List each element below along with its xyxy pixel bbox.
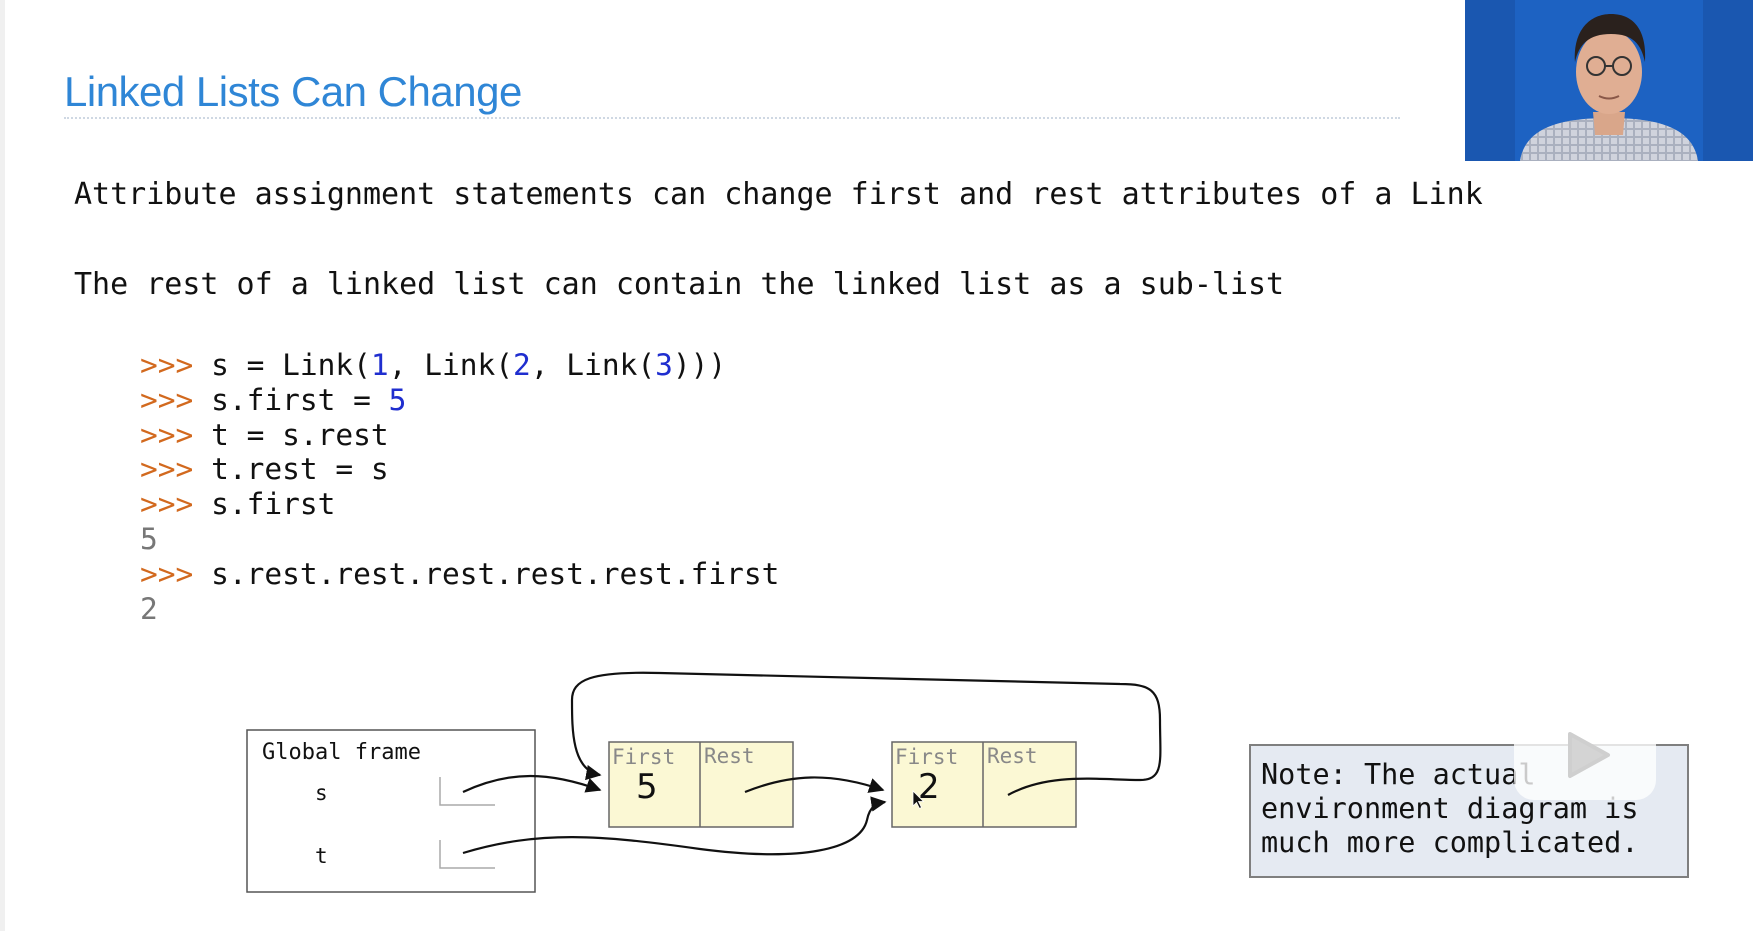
link1-rest-label: Rest xyxy=(704,744,755,768)
play-icon[interactable] xyxy=(1512,690,1658,802)
link2-rest-label: Rest xyxy=(987,744,1038,768)
link1-first-value: 5 xyxy=(636,767,658,807)
variable-t: t xyxy=(315,844,328,868)
presenter-image xyxy=(1465,0,1753,161)
link2-first-label: First xyxy=(895,745,958,769)
link1-first-label: First xyxy=(612,745,675,769)
global-frame-title: Global frame xyxy=(262,740,421,765)
variable-s: s xyxy=(315,781,328,805)
link-box-2: First Rest 2 xyxy=(891,741,1077,828)
presenter-video xyxy=(1465,0,1753,161)
